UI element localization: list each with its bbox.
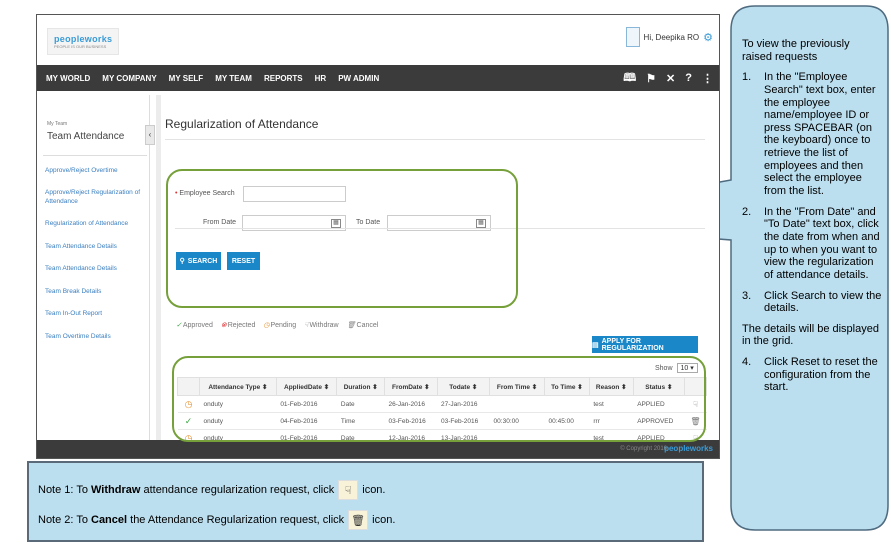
- instruction-steps: 1. In the "Employee Search" text box, ent…: [742, 71, 882, 315]
- legend-cancel: 🗑 Cancel: [346, 321, 379, 330]
- footer-logo: peopleworks: [664, 444, 713, 453]
- sidebar-breadcrumb: My Team: [47, 121, 68, 127]
- status-legend: ✓ Approved ⊗ Rejected ◷ Pending ☟ Withdraw 🗑…: [176, 321, 379, 330]
- note-1-mid: attendance regularization request, click: [140, 484, 335, 496]
- sidebar: My Team Team Attendance Approve/Reject O…: [37, 95, 150, 440]
- withdraw-icon: ☟: [304, 322, 309, 329]
- nav-my-self[interactable]: MY SELF: [163, 74, 210, 83]
- legend-approved-label: Approved: [182, 321, 213, 329]
- document-icon: ▤: [592, 341, 599, 349]
- book-icon[interactable]: 🕮: [623, 69, 636, 88]
- nav-my-team[interactable]: MY TEAM: [209, 74, 258, 83]
- nav-my-company[interactable]: MY COMPANY: [96, 74, 162, 83]
- step-text: In the "From Date" and "To Date" text bo…: [764, 205, 880, 281]
- sidebar-divider: [43, 155, 147, 156]
- user-greeting: Hi, Deepika RO: [643, 32, 700, 42]
- sidebar-menu: Approve/Reject Overtime Approve/Reject R…: [45, 167, 145, 355]
- callout-details-note: The details will be displayed in the gri…: [742, 322, 879, 348]
- note-1-text: Note 1: To Withdraw attendance regulariz…: [38, 484, 334, 496]
- instruction-step-2: 2. In the "From Date" and "To Date" text …: [742, 206, 882, 282]
- tools-icon[interactable]: ✕: [666, 72, 675, 85]
- collapse-sidebar-icon[interactable]: ‹: [145, 125, 155, 145]
- step-number: 3.: [742, 289, 752, 302]
- rejected-icon: ⊗: [220, 322, 227, 329]
- note-1-prefix: Note 1: To: [38, 484, 91, 496]
- approved-icon: ✓: [176, 322, 182, 329]
- title-divider: [165, 139, 705, 140]
- logo-tagline: PEOPLE IS OUR BUSINESS: [54, 44, 107, 49]
- instruction-steps-2: 4. Click Reset to reset the configuration…: [742, 356, 882, 394]
- nav-icon-group: 🕮 ⚑ ✕ ? ⋮: [623, 65, 713, 91]
- note-2-prefix: Note 2: To: [38, 514, 91, 526]
- legend-pending: ◷ Pending: [263, 321, 297, 330]
- legend-pending-label: Pending: [270, 321, 297, 329]
- tutorial-screenshot: peopleworks PEOPLE IS OUR BUSINESS Hi, D…: [0, 0, 891, 553]
- legend-approved: ✓ Approved: [176, 321, 213, 330]
- logo-text: peopleworks: [54, 34, 113, 44]
- nav-my-world[interactable]: MY WORLD: [40, 74, 96, 83]
- main-nav: MY WORLD MY COMPANY MY SELF MY TEAM REPO…: [37, 65, 719, 91]
- sidebar-item-team-attendance-details[interactable]: Team Attendance Details: [45, 243, 145, 251]
- sidebar-scrollbar[interactable]: [156, 95, 161, 440]
- search-form-highlight: [166, 169, 518, 308]
- instruction-step-1: 1. In the "Employee Search" text box, ent…: [742, 71, 882, 197]
- copyright: © Copyright 2016: [620, 446, 667, 452]
- legend-withdraw-label: Withdraw: [309, 321, 339, 329]
- apply-button-label: APPLY FOR REGULARIZATION: [601, 337, 664, 352]
- app-logo[interactable]: peopleworks PEOPLE IS OUR BUSINESS: [47, 28, 120, 55]
- sidebar-item-team-break-details[interactable]: Team Break Details: [45, 288, 145, 296]
- instruction-step-4: 4. Click Reset to reset the configuration…: [742, 356, 882, 394]
- note-2-bold: Cancel: [91, 514, 128, 526]
- trash-icon: 🗑: [346, 322, 356, 329]
- step-text: Click Reset to reset the configuration f…: [764, 356, 878, 394]
- nav-pw-admin[interactable]: PW ADMIN: [332, 74, 385, 83]
- sidebar-item-regularization[interactable]: Regularization of Attendance: [45, 220, 145, 228]
- sidebar-item-approve-overtime[interactable]: Approve/Reject Overtime: [45, 167, 145, 175]
- grid-highlight: [172, 356, 706, 442]
- pending-icon: ◷: [263, 322, 270, 329]
- apply-regularization-button[interactable]: ▤ APPLY FOR REGULARIZATION: [592, 336, 698, 353]
- help-icon[interactable]: ?: [685, 72, 692, 84]
- legend-rejected: ⊗ Rejected: [220, 321, 256, 330]
- sidebar-item-approve-regularization[interactable]: Approve/Reject Regularization of Attenda…: [45, 189, 145, 206]
- step-text: Click Search to view the details.: [764, 289, 882, 315]
- callout-intro: To view the previously raised requests: [742, 38, 850, 63]
- top-bar: peopleworks PEOPLE IS OUR BUSINESS Hi, D…: [37, 15, 719, 65]
- note-2-suffix: icon.: [372, 514, 396, 526]
- user-menu[interactable]: Hi, Deepika RO ⚙: [625, 27, 713, 47]
- step-number: 1.: [742, 71, 752, 84]
- instructions-callout: To view the previously raised requests 1…: [742, 38, 882, 394]
- share-icon[interactable]: ⋮: [702, 72, 713, 85]
- app-footer: © Copyright 2016 peopleworks: [37, 440, 719, 458]
- flag-icon[interactable]: ⚑: [646, 72, 656, 85]
- withdraw-icon: ☟: [338, 480, 359, 500]
- step-number: 4.: [742, 356, 752, 369]
- gear-icon[interactable]: ⚙: [703, 31, 713, 44]
- note-2: Note 2: To Cancel the Attendance Regular…: [38, 510, 395, 530]
- note-1: Note 1: To Withdraw attendance regulariz…: [38, 480, 386, 500]
- sidebar-title: Team Attendance: [47, 131, 125, 142]
- trash-icon: 🗑: [348, 510, 369, 530]
- nav-reports[interactable]: REPORTS: [258, 74, 309, 83]
- note-2-text: Note 2: To Cancel the Attendance Regular…: [38, 514, 344, 526]
- sidebar-item-team-in-out-report[interactable]: Team In-Out Report: [45, 310, 145, 318]
- page-title: Regularization of Attendance: [165, 117, 319, 131]
- nav-hr[interactable]: HR: [309, 74, 333, 83]
- instruction-step-3: 3. Click Search to view the details.: [742, 290, 882, 315]
- note-2-mid: the Attendance Regularization request, c…: [127, 514, 345, 526]
- legend-rejected-label: Rejected: [227, 321, 256, 329]
- sidebar-item-team-attendance-details-2[interactable]: Team Attendance Details: [45, 265, 145, 273]
- step-text: In the "Employee Search" text box, enter…: [764, 71, 876, 198]
- note-1-bold: Withdraw: [91, 484, 141, 496]
- legend-cancel-label: Cancel: [356, 321, 379, 329]
- legend-withdraw: ☟ Withdraw: [304, 321, 339, 330]
- step-number: 2.: [742, 205, 752, 218]
- sidebar-item-team-overtime-details[interactable]: Team Overtime Details: [45, 333, 145, 341]
- note-1-suffix: icon.: [362, 484, 386, 496]
- notes-box: Note 1: To Withdraw attendance regulariz…: [27, 461, 704, 542]
- avatar[interactable]: [625, 27, 640, 47]
